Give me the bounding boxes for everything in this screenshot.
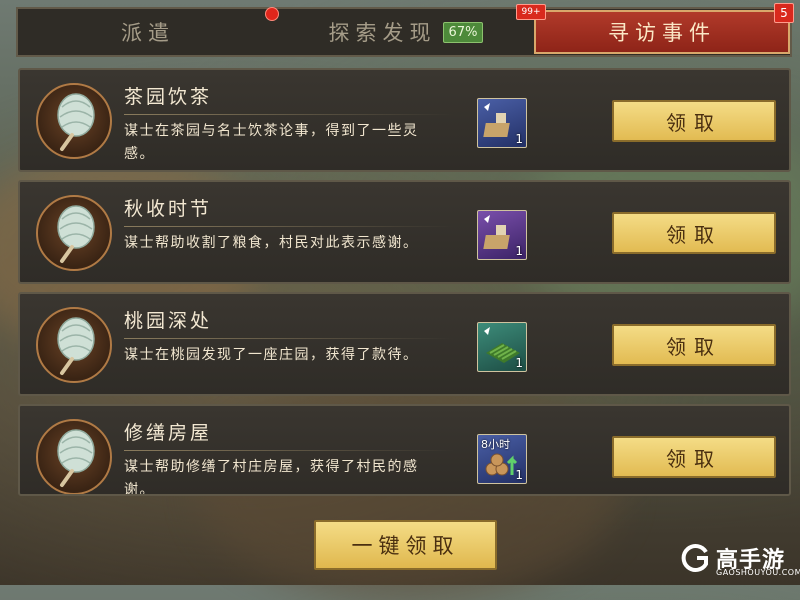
event-description: 谋士在茶园与名士饮茶论事，得到了一些灵感。 xyxy=(124,123,419,162)
divider xyxy=(124,226,454,227)
tab-visit-events[interactable]: 寻访事件 xyxy=(534,10,790,54)
feather-fan-icon xyxy=(36,83,112,159)
reward-item[interactable]: 1 xyxy=(477,210,527,260)
divider xyxy=(124,338,454,339)
tab-bar: 派遣 探索发现 67% 寻访事件 xyxy=(16,7,792,57)
overflow-badge: 99+ xyxy=(516,4,546,20)
event-title: 秋收时节 xyxy=(124,198,213,220)
claim-button[interactable]: 领取 xyxy=(612,324,776,366)
reward-quantity: 1 xyxy=(515,132,523,146)
event-row: 秋收时节 谋士帮助收割了粮食，村民对此表示感谢。 1 领取 xyxy=(18,180,791,284)
reward-duration: 8小时 xyxy=(481,438,510,451)
claim-button[interactable]: 领取 xyxy=(612,100,776,142)
claim-button[interactable]: 领取 xyxy=(612,436,776,478)
reward-item[interactable]: 1 xyxy=(477,322,527,372)
event-description: 谋士帮助修缮了村庄房屋，获得了村民的感谢。 xyxy=(124,459,419,496)
event-title: 修缮房屋 xyxy=(124,422,213,444)
feather-fan-icon xyxy=(36,419,112,494)
reward-item[interactable]: 8小时 1 xyxy=(477,434,527,484)
visit-count-badge: 5 xyxy=(774,3,794,23)
reward-quantity: 1 xyxy=(515,468,523,482)
event-title: 桃园深处 xyxy=(124,310,213,332)
claim-button[interactable]: 领取 xyxy=(612,212,776,254)
explore-progress-badge: 67% xyxy=(442,21,484,43)
reward-quantity: 1 xyxy=(515,356,523,370)
event-title: 茶园饮茶 xyxy=(124,86,213,108)
watermark-url: GAOSHOUYOU.COM xyxy=(716,568,800,577)
claim-all-button[interactable]: 一键领取 xyxy=(314,520,497,570)
event-description: 谋士在桃园发现了一座庄园，获得了款待。 xyxy=(124,347,419,363)
watermark: 高手游 GAOSHOUYOU.COM xyxy=(680,540,800,582)
event-row: 桃园深处 谋士在桃园发现了一座庄园，获得了款待。 1 领取 xyxy=(18,292,791,396)
tab-explore-label: 探索发现 xyxy=(328,21,437,45)
divider xyxy=(124,450,454,451)
notification-dot xyxy=(265,7,279,21)
tab-visit-label: 寻访事件 xyxy=(608,21,716,45)
reward-quantity: 1 xyxy=(515,244,523,258)
reward-item[interactable]: 1 xyxy=(477,98,527,148)
tab-explore[interactable]: 探索发现 67% xyxy=(278,9,534,55)
divider xyxy=(124,114,454,115)
feather-fan-icon xyxy=(36,307,112,383)
feather-fan-icon xyxy=(36,195,112,271)
event-row: 修缮房屋 谋士帮助修缮了村庄房屋，获得了村民的感谢。 8小时 1 领取 xyxy=(18,404,791,496)
g-logo-icon xyxy=(681,544,708,572)
event-description: 谋士帮助收割了粮食，村民对此表示感谢。 xyxy=(124,235,419,251)
tab-dispatch-label: 派遣 xyxy=(121,21,175,45)
event-row: 茶园饮茶 谋士在茶园与名士饮茶论事，得到了一些灵感。 1 领取 xyxy=(18,68,791,172)
tab-dispatch[interactable]: 派遣 xyxy=(18,9,278,55)
